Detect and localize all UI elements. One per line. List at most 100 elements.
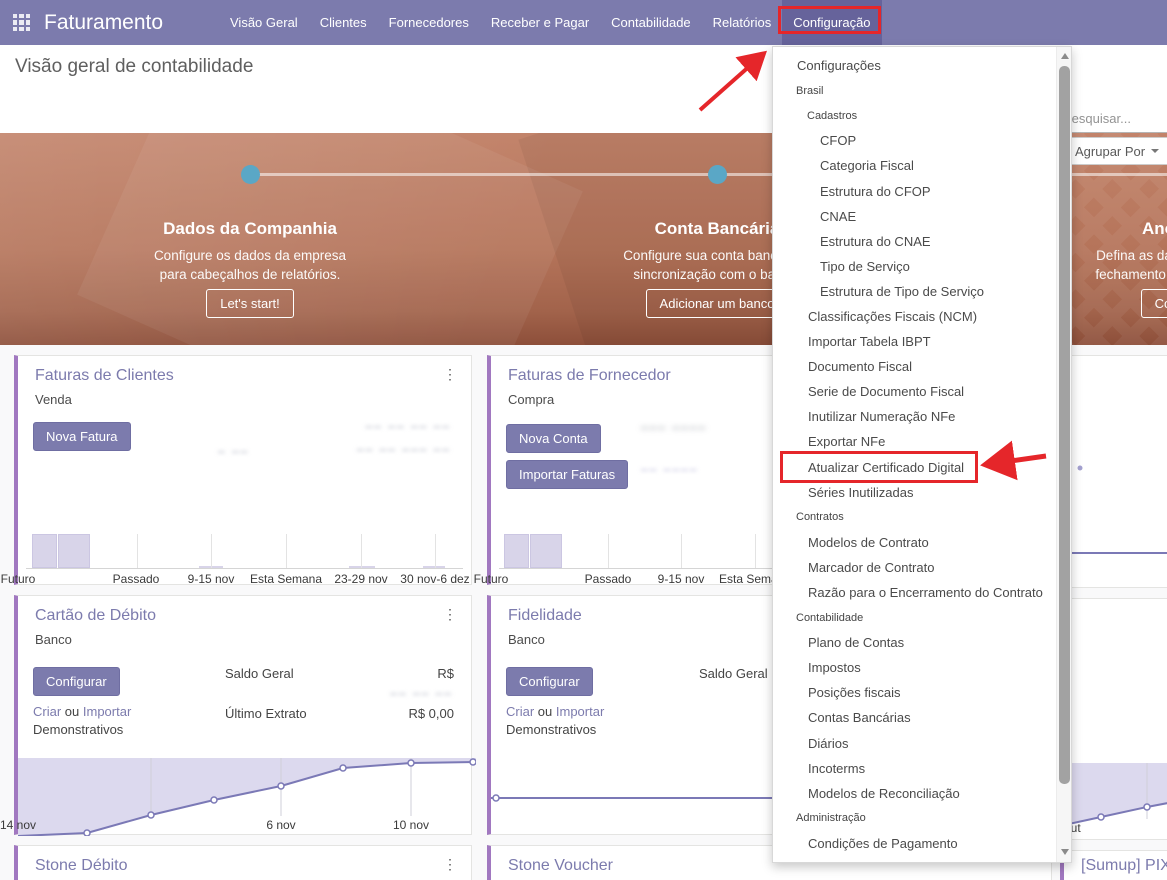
lets-start-button[interactable]: Let's start! <box>206 289 294 318</box>
dropdown-item[interactable]: Serie de Documento Fiscal <box>773 379 1071 404</box>
dropdown-item: Contratos <box>773 505 1071 530</box>
dropdown-item[interactable]: Posições fiscais <box>773 680 1071 705</box>
dropdown-item[interactable]: Condições de Pagamento <box>773 831 1071 856</box>
dropdown-item: Cadastros <box>773 103 1071 128</box>
configure-button[interactable]: Configurar <box>1141 289 1167 318</box>
nav-item[interactable]: Relatórios <box>702 0 783 45</box>
scrollbar-thumb[interactable] <box>1059 66 1070 784</box>
card-title[interactable]: [Sumup] PIX <box>1081 857 1167 875</box>
group-by-label: Agrupar Por <box>1075 144 1145 159</box>
x-label: 30 nov-6 dez <box>400 572 469 586</box>
dropdown-item[interactable]: Marcador de Contrato <box>773 555 1071 580</box>
create-import-links: Criar ou Importar <box>33 704 131 719</box>
search-placeholder: Pesquisar... <box>1063 111 1131 126</box>
kebab-menu-icon[interactable] <box>443 606 457 623</box>
dropdown-item[interactable]: Inutilizar Numeração NFe <box>773 404 1071 429</box>
redacted-amount: –– –– ––– –– <box>357 442 451 456</box>
nav-item[interactable]: Clientes <box>309 0 378 45</box>
card-bank-right-row2: 30 out <box>1060 598 1167 840</box>
dropdown-item[interactable]: Documento Fiscal <box>773 354 1071 379</box>
dropdown-item[interactable]: Categoria Fiscal <box>773 153 1071 178</box>
dropdown-item[interactable]: Modelos de Reconciliação <box>773 781 1071 806</box>
dropdown-item[interactable]: Classificações Fiscais (NCM) <box>773 304 1071 329</box>
nav-item[interactable]: Configuração <box>782 0 881 45</box>
dropdown-item[interactable]: Contas Bancárias <box>773 705 1071 730</box>
criar-link[interactable]: Criar <box>506 704 534 719</box>
importar-link[interactable]: Importar <box>556 704 604 719</box>
dropdown-item[interactable]: Razão para o Encerramento do Contrato <box>773 580 1071 605</box>
dropdown-item: Contabilidade <box>773 605 1071 630</box>
card-subtitle: Compra <box>508 392 554 407</box>
configurar-button[interactable]: Configurar <box>506 667 593 696</box>
redacted-amount: ––– –––– <box>641 420 707 434</box>
ultimo-extrato-label: Último Extrato <box>225 706 307 721</box>
onboarding-step-dot <box>708 165 727 184</box>
card-title[interactable]: Stone Débito <box>35 857 128 875</box>
ultimo-extrato-value: R$ 0,00 <box>408 706 454 721</box>
dropdown-item[interactable]: Séries Inutilizadas <box>773 480 1071 505</box>
dropdown-item: Administração <box>773 806 1071 831</box>
card-stone-debito: Stone Débito Banco <box>14 845 472 880</box>
dropdown-item[interactable]: Estrutura do CFOP <box>773 178 1071 203</box>
saldo-geral-label: Saldo Geral <box>225 666 294 681</box>
nova-fatura-button[interactable]: Nova Fatura <box>33 422 131 451</box>
dropdown-scrollbar[interactable] <box>1056 47 1071 863</box>
nova-conta-button[interactable]: Nova Conta <box>506 424 601 453</box>
dropdown-item[interactable]: Modos de Pagamento <box>773 856 1071 863</box>
kebab-menu-icon[interactable] <box>443 366 457 383</box>
dropdown-item[interactable]: Importar Tabela IBPT <box>773 329 1071 354</box>
bar <box>32 534 57 568</box>
kebab-menu-icon[interactable] <box>443 856 457 873</box>
page-title: Visão geral de contabilidade <box>15 56 253 78</box>
mini-bar-chart[interactable] <box>18 534 471 568</box>
dropdown-item[interactable]: Configurações <box>773 53 1071 78</box>
card-title[interactable]: Faturas de Fornecedor <box>508 367 671 385</box>
onboarding-step-dot <box>241 165 260 184</box>
mini-line-chart[interactable] <box>1064 599 1167 841</box>
app-brand[interactable]: Faturamento <box>44 0 163 45</box>
dropdown-item[interactable]: Impostos <box>773 655 1071 680</box>
nav-item[interactable]: Receber e Pagar <box>480 0 600 45</box>
chart-axis <box>26 568 463 569</box>
criar-link[interactable]: Criar <box>33 704 61 719</box>
dropdown-item[interactable]: Plano de Contas <box>773 630 1071 655</box>
search-input[interactable]: Pesquisar... <box>1063 105 1167 133</box>
chevron-down-icon <box>1151 149 1159 153</box>
configurar-button[interactable]: Configurar <box>33 667 120 696</box>
dropdown-item[interactable]: Estrutura do CNAE <box>773 229 1071 254</box>
importar-link[interactable]: Importar <box>83 704 131 719</box>
dropdown-item[interactable]: Modelos de Contrato <box>773 530 1071 555</box>
scroll-up-icon[interactable] <box>1057 48 1072 64</box>
configuration-dropdown-menu: Configurações Brasil Cadastros CFOP Cate… <box>772 46 1072 863</box>
top-navbar: Faturamento Visão Geral Clientes Fornece… <box>0 0 1167 45</box>
apps-grid-icon[interactable] <box>13 14 30 31</box>
group-by-button[interactable]: Agrupar Por <box>1064 137 1167 165</box>
nav-item[interactable]: Contabilidade <box>600 0 702 45</box>
nav-item[interactable]: Fornecedores <box>378 0 480 45</box>
dropdown-item[interactable]: Tipo de Serviço <box>773 254 1071 279</box>
redacted-amount: –– –– –– –– <box>366 419 451 433</box>
chart-x-labels: Passado9-15 novEsta Semana23-29 nov30 no… <box>18 572 471 588</box>
dropdown-item[interactable]: Incoterms <box>773 756 1071 781</box>
dropdown-item[interactable]: CFOP <box>773 128 1071 153</box>
card-title[interactable]: Fidelidade <box>508 607 582 625</box>
step-description: para cabeçalhos de relatórios. <box>110 265 390 284</box>
importar-faturas-button[interactable]: Importar Faturas <box>506 460 628 489</box>
dropdown-item[interactable]: CNAE <box>773 204 1071 229</box>
nav-item[interactable]: Visão Geral <box>219 0 309 45</box>
dropdown-item[interactable]: Exportar NFe <box>773 429 1071 454</box>
card-sumup-pix: [Sumup] PIX Banco <box>1060 850 1167 880</box>
dropdown-item[interactable]: Atualizar Certificado Digital <box>773 455 1071 480</box>
card-title[interactable]: Faturas de Clientes <box>35 367 174 385</box>
redacted-amount: – –– <box>218 444 249 458</box>
dropdown-item[interactable]: Diários <box>773 731 1071 756</box>
dropdown-item[interactable]: Estrutura de Tipo de Serviço <box>773 279 1071 304</box>
mini-line-chart[interactable] <box>1064 356 1167 589</box>
bar <box>58 534 90 568</box>
scroll-down-icon[interactable] <box>1057 844 1072 860</box>
card-title[interactable]: Stone Voucher <box>508 857 613 875</box>
x-label: Passado <box>585 572 632 586</box>
card-title[interactable]: Cartão de Débito <box>35 607 156 625</box>
add-bank-button[interactable]: Adicionar um banco <box>646 289 789 318</box>
x-label: Futuro <box>1 572 36 586</box>
